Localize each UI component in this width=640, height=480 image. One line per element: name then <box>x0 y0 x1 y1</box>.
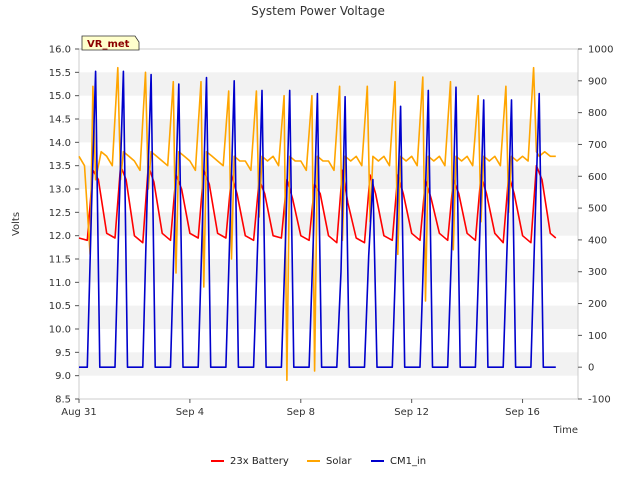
y-left-tick-label: 12.0 <box>49 231 71 242</box>
x-axis: Aug 31 Sep 4 Sep 8 Sep 12 Sep 16 <box>61 399 540 418</box>
y-right-tick-label: 800 <box>588 108 607 119</box>
y-right-tick-label: 100 <box>588 331 607 342</box>
legend-item-battery: 23x Battery <box>211 456 289 467</box>
x-tick-label: Aug 31 <box>61 407 96 418</box>
y-left-tick-label: 10.0 <box>49 325 71 336</box>
right-axis: -100 0 100 200 300 400 500 600 700 800 900 1000 <box>578 45 613 406</box>
y-left-tick-label: 16.0 <box>49 45 71 56</box>
y-left-tick-label: 11.5 <box>49 255 71 266</box>
y-right-tick-label: 200 <box>588 299 607 310</box>
y-right-tick-label: 300 <box>588 267 607 278</box>
station-badge: VR_met <box>81 35 140 51</box>
y-left-tick-label: 15.0 <box>49 91 71 102</box>
y-right-tick-label: 1000 <box>588 45 613 56</box>
y-right-tick-label: 0 <box>588 363 594 374</box>
legend-label-cm1: CM1_in <box>390 456 426 467</box>
y-right-tick-label: 900 <box>588 76 607 87</box>
legend-item-solar: Solar <box>307 456 352 467</box>
y-left-tick-label: 14.5 <box>49 115 71 126</box>
y-right-tick-label: 400 <box>588 235 607 246</box>
y-left-tick-label: 14.0 <box>49 138 71 149</box>
y-right-tick-label: 500 <box>588 204 607 215</box>
y-axis-title: Volts <box>11 212 22 236</box>
y-left-tick-label: 9.0 <box>55 371 71 382</box>
chart-root: 8.5 9.0 9.5 10.0 10.5 11.0 11.5 12.0 12.5 13.0 13.… <box>0 0 640 480</box>
y-left-tick-label: 12.5 <box>49 208 71 219</box>
y-right-tick-label: 700 <box>588 140 607 151</box>
station-badge-label: VR_met <box>87 39 130 50</box>
x-tick-label: Sep 12 <box>394 407 429 418</box>
y-left-tick-label: 8.5 <box>55 395 71 406</box>
x-tick-label: Sep 8 <box>287 407 315 418</box>
y-left-tick-label: 13.0 <box>49 185 71 196</box>
y-left-tick-label: 15.5 <box>49 68 71 79</box>
y-right-tick-label: 600 <box>588 172 607 183</box>
x-axis-title: Time <box>553 425 578 436</box>
y-left-tick-label: 9.5 <box>55 348 71 359</box>
left-axis: 8.5 9.0 9.5 10.0 10.5 11.0 11.5 12.0 12.5 13.0 13.… <box>49 45 79 406</box>
chart-canvas: 8.5 9.0 9.5 10.0 10.5 11.0 11.5 12.0 12.5 13.0 13.… <box>11 4 613 467</box>
legend-label-solar: Solar <box>326 456 352 467</box>
x-tick-label: Sep 16 <box>505 407 540 418</box>
y-left-tick-label: 13.5 <box>49 161 71 172</box>
x-tick-label: Sep 4 <box>176 407 204 418</box>
grid-band <box>79 72 578 96</box>
legend-item-cm1: CM1_in <box>371 456 426 467</box>
legend: 23x Battery Solar CM1_in <box>211 456 426 467</box>
y-left-tick-label: 11.0 <box>49 278 71 289</box>
y-right-tick-label: -100 <box>588 395 611 406</box>
chart-title: System Power Voltage <box>251 4 385 18</box>
y-left-tick-label: 10.5 <box>49 301 71 312</box>
legend-label-battery: 23x Battery <box>230 456 289 467</box>
